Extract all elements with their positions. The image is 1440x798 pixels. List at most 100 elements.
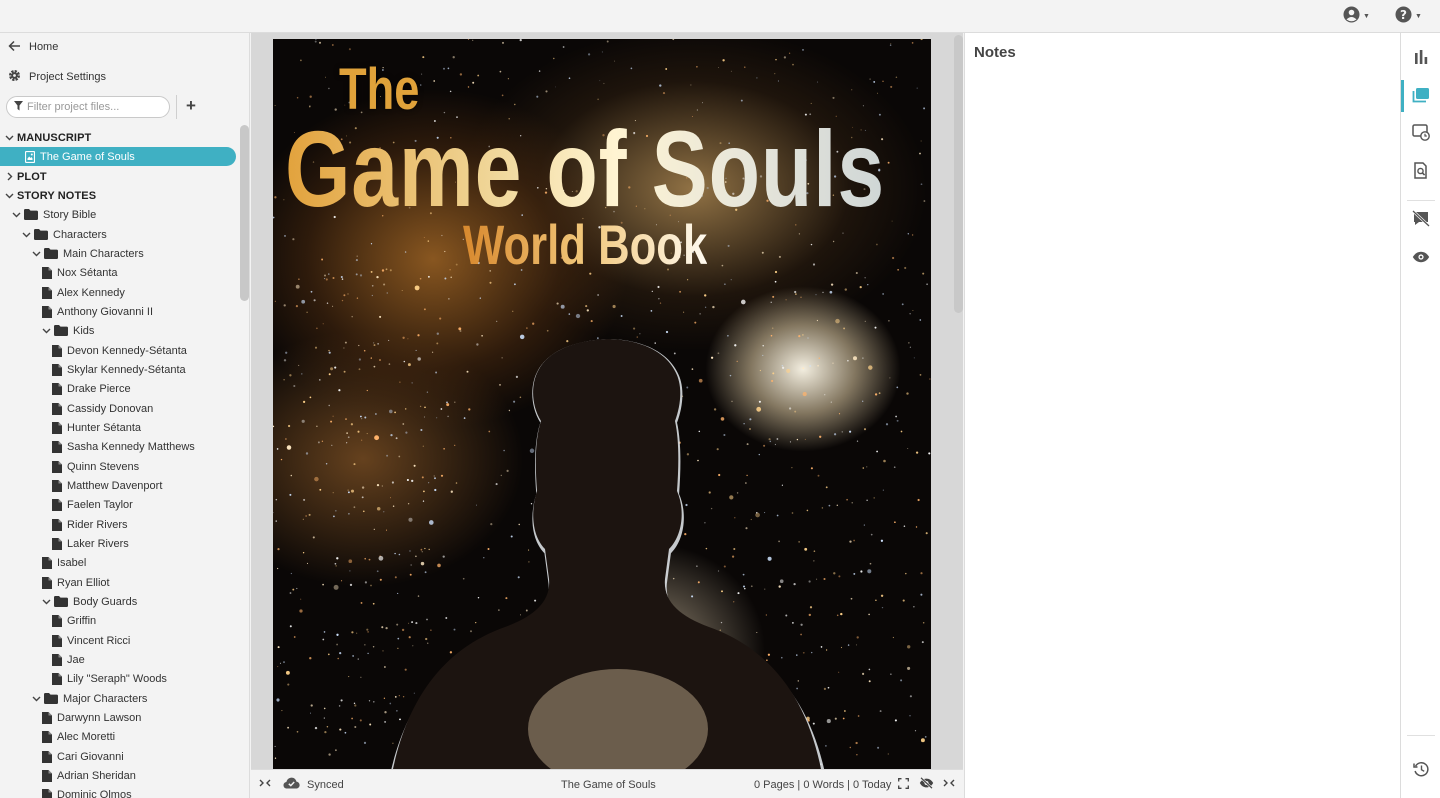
tree-section[interactable]: MANUSCRIPT [0, 128, 238, 147]
tree-file[interactable]: Isabel [0, 553, 238, 572]
chevron-down-icon[interactable] [32, 251, 41, 257]
tree-file[interactable]: Sasha Kennedy Matthews [0, 437, 238, 456]
notes-button[interactable] [1401, 78, 1440, 114]
preview-button[interactable] [1401, 240, 1440, 276]
tree-folder[interactable]: Characters [0, 225, 238, 244]
sidebar-scrollbar[interactable] [240, 125, 249, 301]
tree-section[interactable]: STORY NOTES [0, 186, 238, 205]
fullscreen-button[interactable] [898, 770, 909, 798]
hide-comments-button[interactable] [1401, 202, 1440, 238]
tree-file[interactable]: Darwynn Lawson [0, 708, 238, 727]
tree-file[interactable]: Alex Kennedy [0, 283, 238, 302]
tree-file[interactable]: Anthony Giovanni II [0, 302, 238, 321]
timeline-button[interactable] [1401, 116, 1440, 152]
tree-file[interactable]: Cari Giovanni [0, 747, 238, 766]
star [395, 437, 398, 440]
star [296, 96, 299, 99]
tree-file[interactable]: The Game of Souls [0, 147, 236, 166]
add-file-button[interactable]: + [183, 96, 199, 115]
chevron-down-icon[interactable] [5, 193, 14, 199]
star [422, 500, 425, 502]
word-count-stats[interactable]: 0 Pages | 0 Words | 0 Today [754, 770, 891, 798]
star [657, 285, 660, 289]
star [466, 370, 469, 373]
star [409, 550, 411, 552]
tree-file[interactable]: Cassidy Donovan [0, 399, 238, 418]
editor-scrollbar[interactable] [954, 35, 963, 313]
star [500, 474, 502, 477]
tree-file[interactable]: Jae [0, 650, 238, 669]
tree-file[interactable]: Drake Pierce [0, 379, 238, 398]
tree-file[interactable]: Adrian Sheridan [0, 766, 238, 785]
tree-item-label: Faelen Taylor [67, 498, 133, 511]
filter-input[interactable] [27, 101, 162, 113]
project-settings-link[interactable]: Project Settings [8, 68, 106, 86]
tree-section[interactable]: PLOT [0, 167, 238, 186]
cloud-check-icon [283, 777, 300, 792]
star [434, 477, 436, 480]
tree-folder[interactable]: Major Characters [0, 689, 238, 708]
tree-folder[interactable]: Body Guards [0, 592, 238, 611]
star [847, 359, 849, 362]
star [749, 418, 752, 421]
tree-file[interactable]: Matthew Davenport [0, 476, 238, 495]
tree-file[interactable]: Nox Sétanta [0, 263, 238, 282]
chevron-right-icon[interactable] [5, 172, 14, 181]
tree-file[interactable]: Skylar Kennedy-Sétanta [0, 360, 238, 379]
tree-item-label: Main Characters [63, 247, 144, 260]
star [727, 244, 730, 247]
star [328, 349, 330, 352]
star [364, 416, 367, 419]
tree-file[interactable]: Laker Rivers [0, 534, 238, 553]
statistics-button[interactable] [1401, 40, 1440, 76]
tree-file[interactable]: Alec Moretti [0, 727, 238, 746]
expand-icon [898, 777, 909, 792]
collapse-left-button[interactable] [259, 770, 271, 798]
chevron-down-icon[interactable] [42, 599, 51, 605]
star [810, 467, 813, 470]
chevron-down-icon[interactable] [5, 135, 14, 141]
star [394, 411, 397, 414]
account-menu-button[interactable]: ▼ [1343, 6, 1370, 25]
tree-file[interactable]: Devon Kennedy-Sétanta [0, 341, 238, 360]
star [383, 283, 386, 286]
tree-folder[interactable]: Story Bible [0, 205, 238, 224]
tree-file[interactable]: Lily "Seraph" Woods [0, 669, 238, 688]
star [928, 452, 931, 455]
tree-file[interactable]: Hunter Sétanta [0, 418, 238, 437]
collapse-right-button[interactable] [943, 770, 955, 798]
tree-file[interactable]: Vincent Ricci [0, 631, 238, 650]
star [359, 719, 362, 722]
star [764, 588, 766, 590]
star [806, 509, 809, 512]
star [285, 670, 290, 675]
chevron-down-icon[interactable] [32, 696, 41, 702]
star [868, 668, 871, 671]
tree-file[interactable]: Griffin [0, 611, 238, 630]
star [501, 41, 505, 44]
tree-file[interactable]: Rider Rivers [0, 515, 238, 534]
history-button[interactable] [1401, 753, 1440, 789]
chevron-down-icon[interactable] [42, 328, 51, 334]
star [274, 300, 276, 302]
tree-folder[interactable]: Kids [0, 321, 238, 340]
tree-file[interactable]: Quinn Stevens [0, 457, 238, 476]
focus-mode-button[interactable] [919, 770, 934, 798]
search-documents-button[interactable] [1401, 154, 1440, 190]
star [356, 255, 358, 257]
cover-title-line3: World Book [463, 213, 708, 276]
tree-file[interactable]: Dominic Olmos [0, 785, 238, 798]
tree-file[interactable]: Faelen Taylor [0, 495, 238, 514]
star [697, 459, 699, 462]
star [759, 369, 762, 372]
help-menu-button[interactable]: ? ▼ [1395, 6, 1422, 25]
chevron-down-icon[interactable] [12, 212, 21, 218]
notes-panel: Notes [964, 33, 1400, 798]
tree-file[interactable]: Ryan Elliot [0, 573, 238, 592]
home-link[interactable]: Home [8, 38, 58, 56]
tree-item-label: STORY NOTES [17, 189, 97, 202]
chevron-down-icon[interactable] [22, 232, 31, 238]
tree-folder[interactable]: Main Characters [0, 244, 238, 263]
star [923, 107, 926, 110]
star [352, 655, 354, 657]
